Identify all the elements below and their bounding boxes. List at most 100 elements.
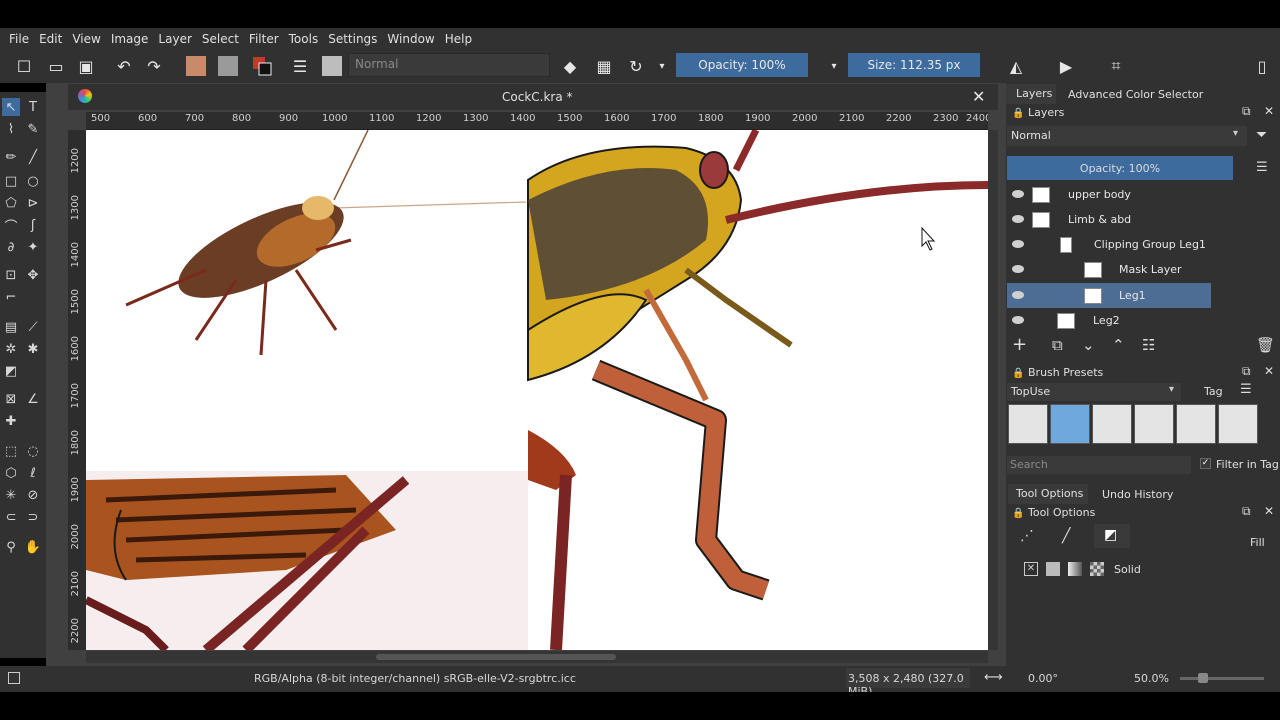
eye-icon[interactable] [1012,265,1024,273]
duplicate-layer-icon[interactable]: ⧉ [1052,336,1063,354]
eye-icon[interactable] [1012,240,1024,248]
stroke-mode-icon[interactable]: ╱ [1062,528,1070,544]
new-document-icon[interactable]: ☐ [14,56,34,76]
pattern-fill-icon[interactable] [1090,562,1104,576]
close-panel-icon[interactable]: ✕ [1264,504,1274,518]
eye-icon[interactable] [1012,190,1024,198]
menu-edit[interactable]: Edit [34,32,67,46]
menu-layer[interactable]: Layer [153,32,196,46]
drawing-canvas[interactable] [86,130,988,650]
delete-layer-icon[interactable]: 🗑 [1256,336,1275,354]
contiguous-select-icon[interactable]: ✳ [2,486,20,504]
no-fill-icon[interactable]: ✕ [1024,562,1038,576]
move-layer-up-icon[interactable]: ⌃ [1112,336,1125,354]
blend-mode-select[interactable]: Normal [348,53,550,77]
ellipse-tool-icon[interactable]: ○ [24,172,42,190]
layer-properties-icon[interactable]: ☷ [1142,336,1155,354]
reload-dropdown-icon[interactable]: ▾ [652,56,672,76]
gradient-fill-icon[interactable] [1068,562,1082,576]
line-tool-icon[interactable]: ╱ [24,148,42,166]
filter-in-tag-checkbox[interactable]: ✓ [1200,458,1211,469]
polygon-tool-icon[interactable]: ⬠ [2,194,20,212]
move-layer-down-icon[interactable]: ⌄ [1082,336,1095,354]
eye-icon[interactable] [1012,215,1024,223]
brush-preset[interactable] [1218,404,1258,444]
dynamic-brush-icon[interactable]: ∂ [2,238,20,256]
pan-tool-icon[interactable]: ✋ [24,538,42,556]
crop-icon[interactable]: ⌗ [1106,56,1126,76]
polyline-tool-icon[interactable]: ⊳ [24,194,42,212]
open-folder-icon[interactable]: ▭ [46,56,66,76]
brush-menu-icon[interactable]: ☰ [1240,382,1252,397]
selection-status-icon[interactable] [8,672,20,684]
freehand-path-icon[interactable]: ʃ [24,216,42,234]
rect-select-icon[interactable]: ⬚ [2,442,20,460]
zoom-tool-icon[interactable]: ⚲ [2,538,20,556]
brush-preset-eraser[interactable] [1008,404,1048,444]
solid-fill-icon[interactable] [1046,562,1060,576]
menu-file[interactable]: File [4,32,34,46]
add-layer-icon[interactable]: + [1012,334,1027,355]
bezier-select-icon[interactable]: ⊂ [2,508,20,526]
brush-search-input[interactable]: Search [1007,456,1191,474]
close-panel-icon[interactable]: ✕ [1264,104,1274,118]
layer-menu-icon[interactable]: ☰ [1256,160,1268,175]
brush-settings-icon[interactable]: ☰ [290,56,310,76]
menu-tools[interactable]: Tools [284,32,324,46]
color-picker-icon[interactable]: ⟋ [24,318,42,336]
filter-icon[interactable]: ⏷ [1256,127,1267,143]
rectangle-tool-icon[interactable]: □ [2,172,20,190]
vertical-scrollbar[interactable] [988,130,998,650]
mirror-vertical-icon[interactable]: ▶ [1056,56,1076,76]
layer-blend-select[interactable]: Normal ▾ [1007,126,1247,146]
alpha-lock-icon[interactable]: ▦ [594,56,614,76]
calligraphy-icon[interactable]: ✎ [24,120,42,138]
tab-undo-history[interactable]: Undo History [1102,488,1173,501]
float-panel-icon[interactable]: ⧉ [1242,104,1251,119]
save-icon[interactable]: ▣ [76,56,96,76]
tag-button[interactable]: Tag [1204,385,1223,398]
document-title[interactable]: CockC.kra * [502,90,573,104]
reload-icon[interactable]: ↻ [626,56,646,76]
mirror-horizontal-icon[interactable]: ◭ [1006,56,1026,76]
text-tool-icon[interactable]: T [24,98,42,116]
panel-layout-icon[interactable]: ▯ [1252,56,1272,76]
float-panel-icon[interactable]: ⧉ [1242,364,1251,379]
close-document-icon[interactable]: ✕ [972,87,985,106]
rotation-icon[interactable]: ⟷ [984,670,1003,685]
zoom-slider-handle[interactable] [1198,673,1208,683]
measure-tool-icon[interactable]: ∠ [24,390,42,408]
eye-icon[interactable] [1012,291,1024,299]
layer-row-selected[interactable] [1007,283,1211,308]
brush-preset[interactable] [1176,404,1216,444]
smart-patch-icon[interactable]: ✲ [2,340,20,358]
gradient-swatch-icon[interactable] [186,56,206,76]
layer-row[interactable] [1007,308,1265,333]
tab-tool-options[interactable]: Tool Options [1008,484,1088,504]
multibrush-icon[interactable]: ✦ [24,238,42,256]
brush-preset-icon[interactable] [322,56,342,76]
ellipse-select-icon[interactable]: ◌ [24,442,42,460]
menu-view[interactable]: View [67,32,105,46]
tab-advanced-color-selector[interactable]: Advanced Color Selector [1068,88,1203,101]
pattern-swatch-icon[interactable] [218,56,238,76]
transform-tool-icon[interactable]: ⊡ [2,266,20,284]
eraser-icon[interactable]: ◆ [560,56,580,76]
opacity-dropdown-icon[interactable]: ▾ [824,56,844,76]
float-panel-icon[interactable]: ⧉ [1242,504,1251,519]
menu-select[interactable]: Select [197,32,244,46]
bezier-tool-icon[interactable]: ⌒ [2,216,20,235]
brush-tag-select[interactable]: TopUse ▾ [1007,383,1181,401]
brush-preset[interactable] [1092,404,1132,444]
eye-icon[interactable] [1012,316,1024,324]
move-tool-icon[interactable]: ✥ [24,266,42,284]
gradient-tool-icon[interactable]: ▤ [2,318,20,336]
brush-preset[interactable] [1134,404,1174,444]
horizontal-scrollbar[interactable] [86,651,988,663]
redo-icon[interactable]: ↷ [144,56,164,76]
assistant-tool-icon[interactable]: ⊠ [2,390,20,408]
reference-tool-icon[interactable]: ✚ [2,412,20,430]
horizontal-scroll-thumb[interactable] [376,654,616,660]
close-panel-icon[interactable]: ✕ [1264,364,1274,378]
similar-select-icon[interactable]: ⊘ [24,486,42,504]
